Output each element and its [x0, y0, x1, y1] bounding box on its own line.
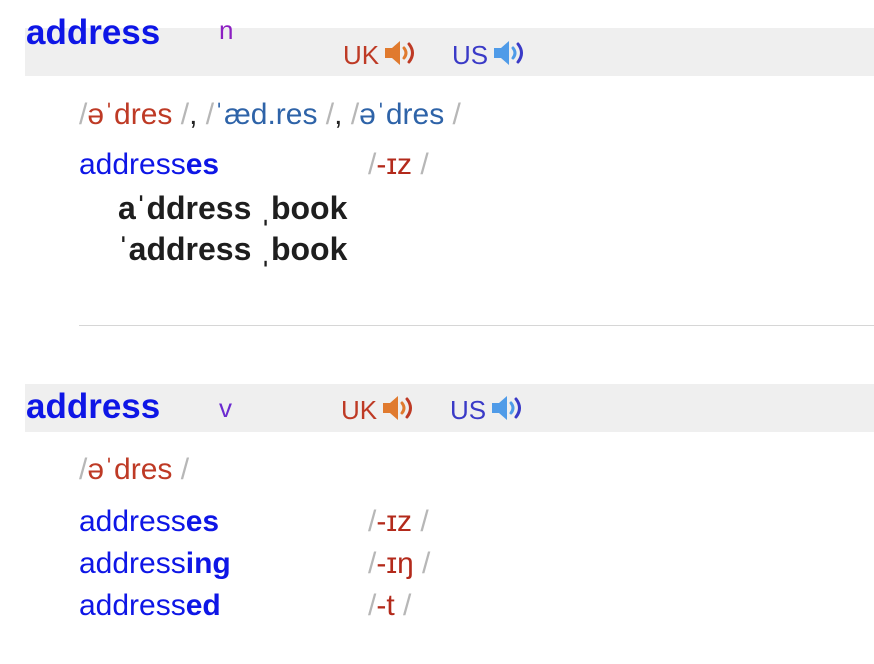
inflection-ipa: -ɪz — [376, 148, 413, 181]
audio-uk-button[interactable]: UK — [341, 393, 420, 427]
pronunciation-row: /əˈdres / — [79, 455, 189, 485]
inflection-ipa: -t — [376, 589, 395, 622]
inflection-stem: address — [79, 148, 186, 181]
inflection-ipa: -ɪŋ — [376, 547, 414, 580]
audio-uk-button[interactable]: UK — [343, 38, 422, 72]
slash: / — [412, 505, 429, 538]
slash: / — [350, 98, 360, 131]
slash: / — [172, 453, 190, 486]
audio-uk-label: UK — [341, 395, 378, 425]
slash: / — [413, 547, 431, 580]
speaker-icon[interactable] — [382, 38, 422, 72]
slash: / — [317, 98, 335, 131]
speaker-icon[interactable] — [380, 393, 420, 427]
inflection-suffix: es — [185, 148, 220, 181]
inflection-pron: /-ɪz / — [368, 150, 429, 180]
divider — [79, 325, 874, 326]
compound-stress: ˈaddress ˌbook — [118, 231, 348, 267]
audio-us-label: US — [450, 395, 487, 425]
inflection-suffix: ed — [185, 589, 221, 622]
headword: address — [26, 13, 161, 52]
inflection-form: addresses — [79, 150, 219, 180]
slash: / — [412, 148, 429, 181]
audio-us-label: US — [452, 40, 489, 70]
ipa-uk: əˈdres — [87, 453, 173, 486]
ipa-us: ˈæd.res — [214, 98, 318, 131]
ipa-uk: əˈdres — [87, 98, 173, 131]
inflection-stem: address — [79, 505, 186, 538]
inflection-pron: /-ɪŋ / — [368, 549, 430, 579]
separator: , — [189, 98, 198, 131]
inflection-form: addressed — [79, 591, 221, 621]
inflection-suffix: ing — [185, 547, 231, 580]
inflection-stem: address — [79, 547, 186, 580]
part-of-speech: v — [219, 393, 232, 423]
slash: / — [172, 98, 190, 131]
inflection-form: addresses — [79, 507, 219, 537]
inflection-pron: /-t / — [368, 591, 411, 621]
inflection-stem: address — [79, 589, 186, 622]
inflection-form: addressing — [79, 549, 231, 579]
inflection-suffix: es — [185, 505, 220, 538]
audio-us-button[interactable]: US — [452, 38, 531, 72]
inflection-ipa: -ɪz — [376, 505, 413, 538]
ipa-us: əˈdres — [359, 98, 445, 131]
slash: / — [444, 98, 461, 131]
slash: / — [205, 98, 215, 131]
speaker-icon[interactable] — [489, 393, 529, 427]
headword: address — [26, 387, 161, 426]
inflection-pron: /-ɪz / — [368, 507, 429, 537]
speaker-icon[interactable] — [491, 38, 531, 72]
audio-uk-label: UK — [343, 40, 380, 70]
slash: / — [394, 589, 412, 622]
part-of-speech: n — [219, 15, 234, 45]
compound-stress: aˈddress ˌbook — [118, 190, 348, 226]
pronunciation-row: /əˈdres /, /ˈæd.res /, /əˈdres / — [79, 100, 461, 130]
audio-us-button[interactable]: US — [450, 393, 529, 427]
separator: , — [334, 98, 343, 131]
